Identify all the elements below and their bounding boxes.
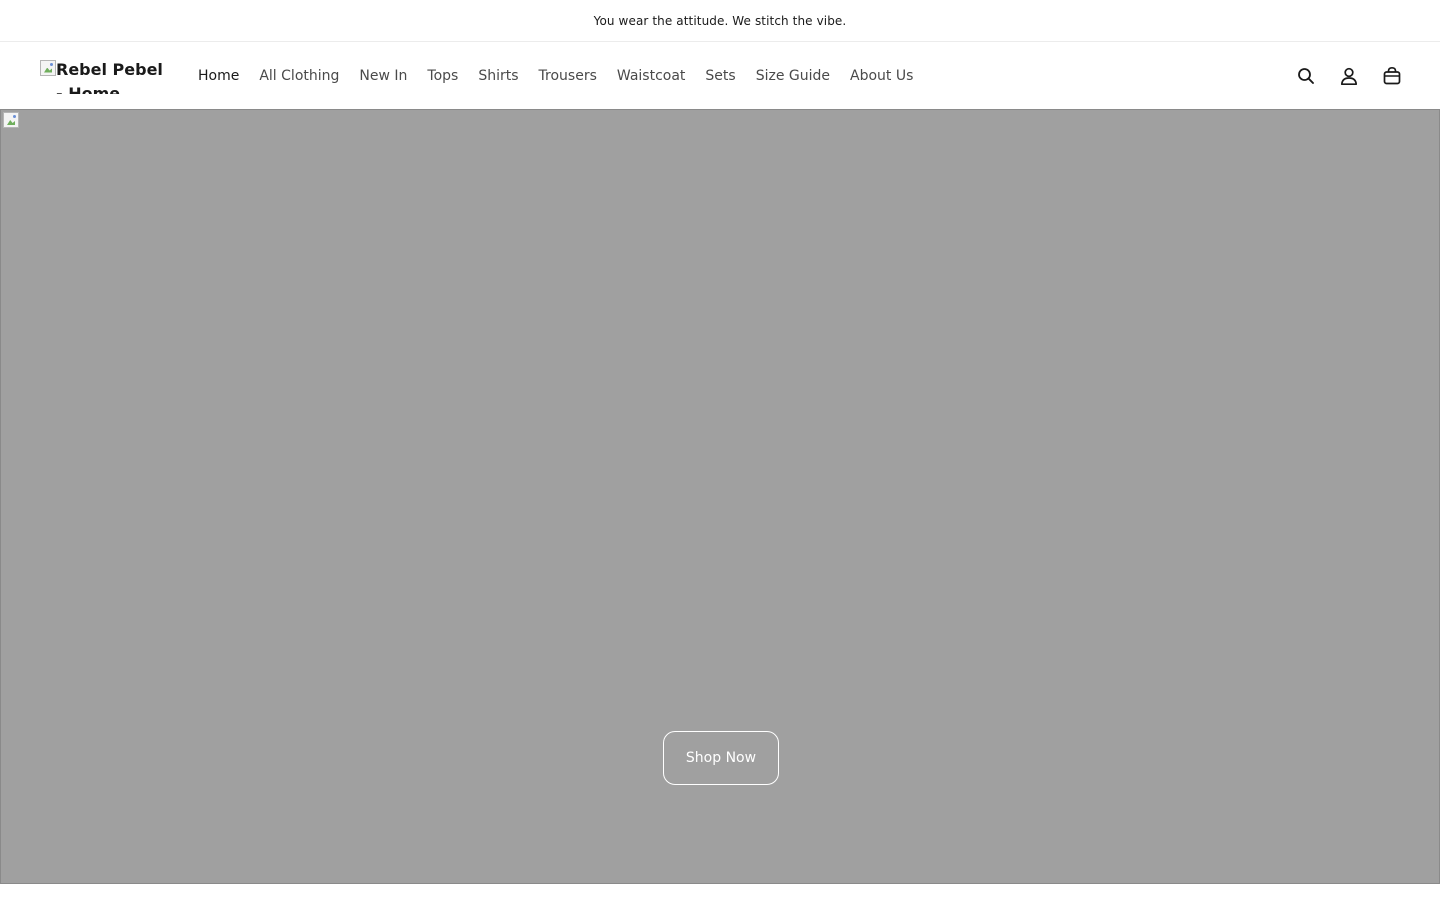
announcement-bar: You wear the attitude. We stitch the vib… xyxy=(0,0,1440,42)
header-icons xyxy=(1294,42,1404,109)
broken-image-icon xyxy=(3,112,19,128)
nav-item-home[interactable]: Home xyxy=(188,66,249,86)
broken-image-icon xyxy=(40,59,56,76)
nav-item-trousers[interactable]: Trousers xyxy=(529,66,607,86)
announcement-text: You wear the attitude. We stitch the vib… xyxy=(593,13,847,28)
nav-item-shirts[interactable]: Shirts xyxy=(468,66,528,86)
nav-item-waistcoat[interactable]: Waistcoat xyxy=(607,66,696,86)
search-icon[interactable] xyxy=(1294,64,1318,88)
logo-alt-text: Rebel Pebel - Home xyxy=(56,59,163,94)
shop-now-button[interactable]: Shop Now xyxy=(663,731,779,785)
hero-banner: Shop Now xyxy=(0,109,1440,884)
nav-item-new-in[interactable]: New In xyxy=(349,66,417,86)
logo-link[interactable]: Rebel Pebel - Home xyxy=(40,58,168,94)
site-header: Rebel Pebel - Home Home All Clothing New… xyxy=(0,42,1440,109)
cart-icon[interactable] xyxy=(1380,64,1404,88)
account-icon[interactable] xyxy=(1337,64,1361,88)
main-nav: Home All Clothing New In Tops Shirts Tro… xyxy=(188,66,923,86)
nav-item-tops[interactable]: Tops xyxy=(417,66,468,86)
nav-item-sets[interactable]: Sets xyxy=(695,66,745,86)
nav-item-size-guide[interactable]: Size Guide xyxy=(746,66,840,86)
nav-item-about-us[interactable]: About Us xyxy=(840,66,923,86)
nav-item-all-clothing[interactable]: All Clothing xyxy=(249,66,349,86)
